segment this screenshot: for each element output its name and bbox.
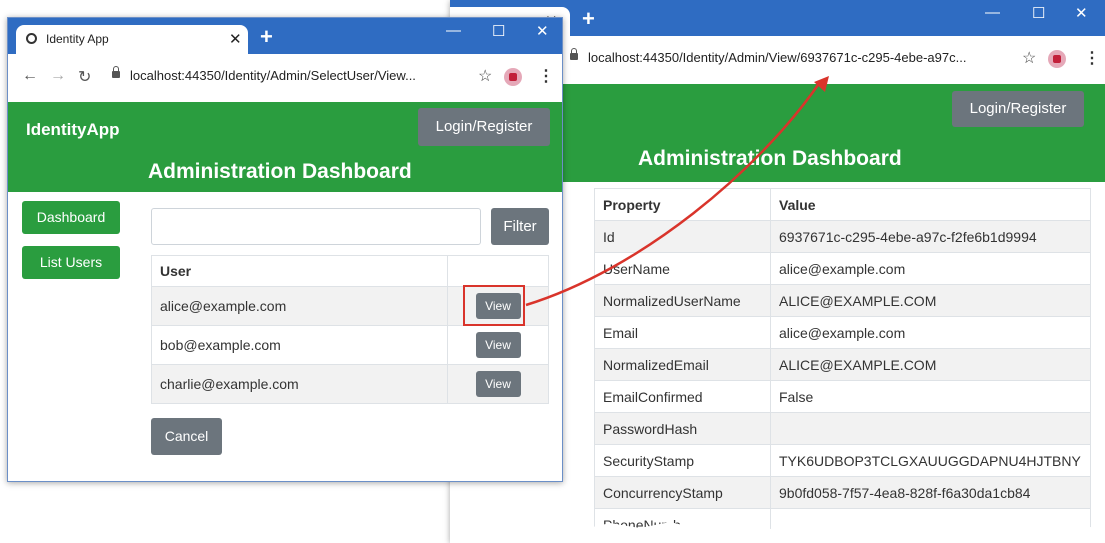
callout-arrow bbox=[525, 76, 829, 307]
